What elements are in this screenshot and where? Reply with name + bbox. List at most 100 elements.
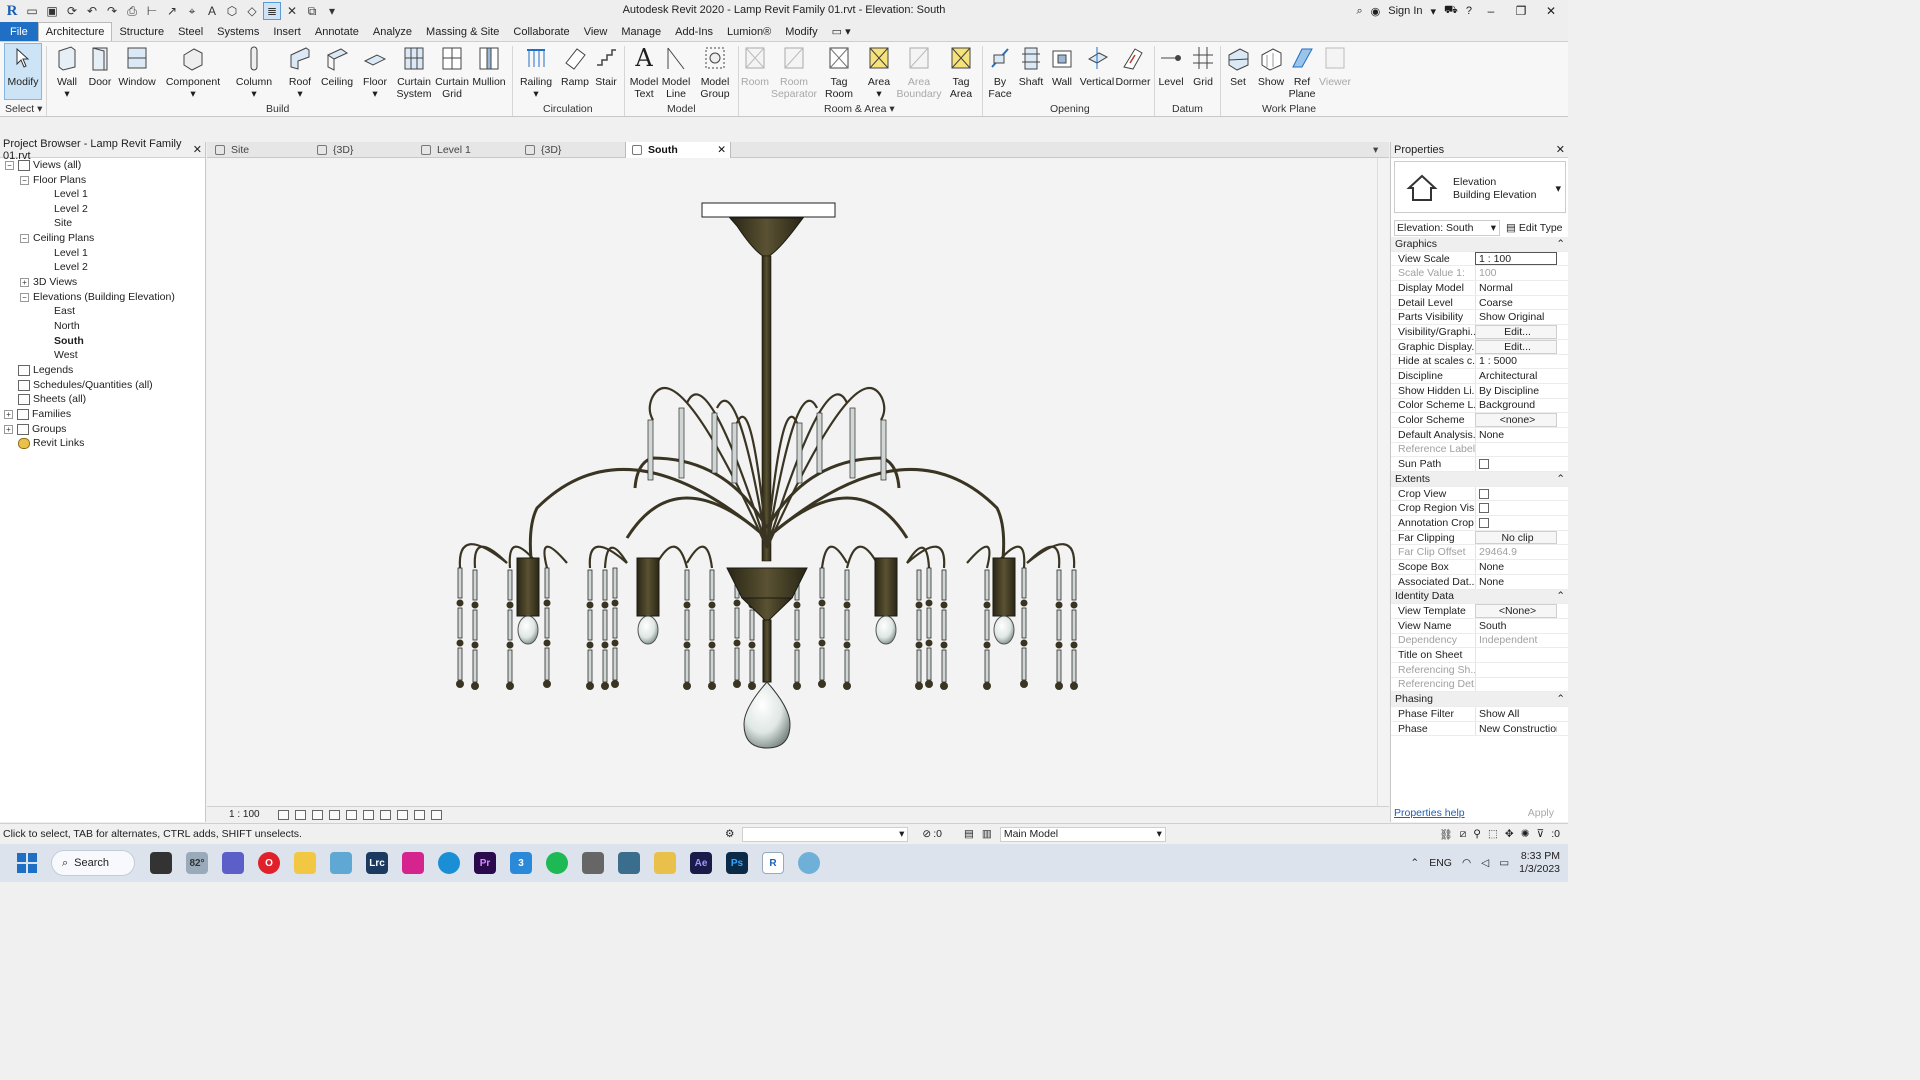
clock[interactable]: 8:33 PM 1/3/2023 <box>1519 850 1560 876</box>
tab-structure[interactable]: Structure <box>112 22 171 41</box>
prop-color-scheme[interactable]: Color Scheme <none> <box>1391 413 1569 428</box>
prop-hide-at-scales[interactable]: Hide at scales c... 1 : 5000 <box>1391 354 1569 370</box>
prop-visibility-graphics[interactable]: Visibility/Graphi... Edit... <box>1391 325 1569 340</box>
instance-filter-dropdown[interactable]: Elevation: South ▾ <box>1394 219 1500 236</box>
show-button[interactable]: Show <box>1256 44 1286 88</box>
prop-view-scale[interactable]: View Scale 1 : 100 <box>1391 251 1569 267</box>
tree-3d-views[interactable]: +3D Views <box>20 275 77 289</box>
prop-color-scheme-location[interactable]: Color Scheme L... Background <box>1391 398 1569 414</box>
tab-massing-site[interactable]: Massing & Site <box>419 22 506 41</box>
drawing-canvas[interactable] <box>207 158 1377 806</box>
tab-lumion[interactable]: Lumion® <box>720 22 778 41</box>
premiere-icon[interactable]: Pr <box>474 852 496 874</box>
redo-icon[interactable]: ↷ <box>103 2 121 20</box>
opera-icon[interactable]: O <box>258 852 280 874</box>
wifi-icon[interactable]: ◠ <box>1462 857 1471 869</box>
design-options-icon[interactable]: ▤ <box>964 828 974 840</box>
view-scale-control[interactable]: 1 : 100 <box>229 809 260 820</box>
close-button[interactable]: ✕ <box>1540 4 1562 18</box>
column-button[interactable]: Column ▾ <box>234 44 274 100</box>
app-3-icon[interactable]: 3 <box>510 852 532 874</box>
edit-type-button[interactable]: ▤ Edit Type <box>1506 222 1563 234</box>
component-button[interactable]: Component ▾ <box>164 44 222 100</box>
edge-icon[interactable] <box>438 852 460 874</box>
sun-path-checkbox[interactable] <box>1479 459 1489 470</box>
prop-scope-box[interactable]: Scope Box None <box>1391 560 1569 575</box>
close-icon[interactable]: ✕ <box>193 143 202 156</box>
tab-architecture[interactable]: Architecture <box>37 22 113 41</box>
prop-title-on-sheet[interactable]: Title on Sheet <box>1391 648 1569 663</box>
sun-path-icon[interactable] <box>311 809 323 820</box>
vg-edit-button[interactable]: Edit... <box>1475 325 1557 339</box>
volume-icon[interactable]: ◁ <box>1481 857 1489 869</box>
minimize-button[interactable]: – <box>1480 4 1502 18</box>
close-icon[interactable]: ✕ <box>1556 143 1565 156</box>
chevron-down-icon[interactable]: ▾ <box>1555 182 1561 195</box>
photos-icon[interactable] <box>330 852 352 874</box>
canvas-scrollbar[interactable] <box>1377 158 1389 806</box>
stair-button[interactable]: Stair <box>592 44 620 88</box>
prop-crop-view[interactable]: Crop View <box>1391 486 1569 502</box>
tree-cp-level-1[interactable]: Level 1 <box>54 246 88 260</box>
background-processes-icon[interactable]: ✺ <box>1521 828 1530 840</box>
prop-phase[interactable]: Phase New Construction <box>1391 721 1569 737</box>
crop-view-icon[interactable] <box>345 809 357 820</box>
battery-icon[interactable]: ▭ <box>1499 857 1509 869</box>
view-tab-3d[interactable]: {3D} <box>317 142 417 158</box>
model-line-button[interactable]: Model Line <box>661 44 691 100</box>
prop-far-clipping[interactable]: Far Clipping No clip <box>1391 530 1569 546</box>
tree-west[interactable]: West <box>54 348 78 362</box>
railing-button[interactable]: Railing ▾ <box>518 44 554 100</box>
tab-modify[interactable]: Modify <box>778 22 824 41</box>
visual-style-icon[interactable] <box>294 809 306 820</box>
help-icon[interactable]: ? <box>1466 5 1472 17</box>
prop-discipline[interactable]: Discipline Architectural <box>1391 369 1569 384</box>
detail-level-icon[interactable] <box>277 809 289 820</box>
graphic-display-edit-button[interactable]: Edit... <box>1475 339 1557 354</box>
reveal-hidden-icon[interactable] <box>396 809 408 820</box>
ref-plane-button[interactable]: Ref Plane <box>1288 44 1316 100</box>
tab-add-ins[interactable]: Add-Ins <box>668 22 720 41</box>
spotify-icon[interactable] <box>546 852 568 874</box>
chevron-up-icon[interactable]: ⌃ <box>1410 857 1419 869</box>
filter-icon[interactable]: ⊽ <box>1537 828 1545 840</box>
prop-detail-level[interactable]: Detail Level Coarse <box>1391 295 1569 311</box>
switch-windows-icon[interactable]: ⧉ <box>303 2 321 20</box>
tree-fp-level-2[interactable]: Level 2 <box>54 202 88 216</box>
view-tab-level-1[interactable]: Level 1 <box>421 142 521 158</box>
tree-ceiling-plans[interactable]: − Ceiling Plans <box>20 231 94 245</box>
dormer-button[interactable]: Dormer <box>1116 44 1151 88</box>
curtain-grid-button[interactable]: Curtain Grid <box>434 44 470 100</box>
area-boundary-button[interactable]: Area Boundary <box>896 44 942 100</box>
hide-isolate-icon[interactable] <box>379 809 391 820</box>
tree-fp-level-1[interactable]: Level 1 <box>54 187 88 201</box>
tree-groups[interactable]: + Groups <box>4 422 66 436</box>
door-button[interactable]: Door <box>87 44 113 88</box>
area-button[interactable]: Area ▾ <box>864 44 894 100</box>
instagram-icon[interactable] <box>402 852 424 874</box>
prop-show-hidden-lines[interactable]: Show Hidden Li... By Discipline <box>1391 383 1569 399</box>
tree-elevations[interactable]: − Elevations (Building Elevation) <box>20 290 175 304</box>
model-text-button[interactable]: A Model Text <box>628 44 660 100</box>
task-view-icon[interactable] <box>150 852 172 874</box>
set-button[interactable]: Set <box>1224 44 1252 88</box>
analytical-model-icon[interactable] <box>430 809 442 820</box>
tree-revit-links[interactable]: Revit Links <box>18 436 84 450</box>
ramp-button[interactable]: Ramp <box>560 44 590 88</box>
tab-steel[interactable]: Steel <box>171 22 210 41</box>
group-graphics[interactable]: Graphics ⌃ <box>1391 237 1569 252</box>
drag-elements-icon[interactable]: ✥ <box>1505 828 1514 840</box>
wall-button[interactable]: Wall ▾ <box>54 44 80 100</box>
windows-start-icon[interactable] <box>16 852 38 874</box>
close-icon[interactable]: ✕ <box>717 144 726 156</box>
customize-qat-icon[interactable]: ▾ <box>323 2 341 20</box>
room-area-panel-label[interactable]: Room & Area ▾ <box>824 103 895 115</box>
opening-wall-button[interactable]: Wall <box>1048 44 1076 88</box>
far-clipping-button[interactable]: No clip <box>1475 530 1557 545</box>
view-tab-site[interactable]: Site <box>215 142 315 158</box>
group-identity-data[interactable]: Identity Data ⌃ <box>1391 589 1569 605</box>
sign-in-link[interactable]: Sign In <box>1388 5 1422 17</box>
search-icon[interactable]: ⌕ <box>1356 5 1362 18</box>
main-model-icon[interactable]: ▥ <box>982 828 992 840</box>
tree-cp-level-2[interactable]: Level 2 <box>54 260 88 274</box>
